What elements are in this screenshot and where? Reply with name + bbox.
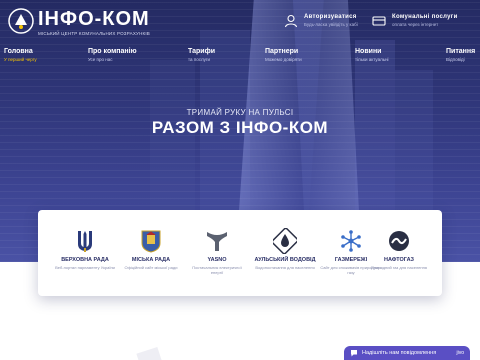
- water-drop-icon: [273, 228, 297, 254]
- login-link[interactable]: Авторизуватися Будь-ласка увійдіть у каб…: [284, 14, 358, 28]
- nav-sublabel: Можемо довіряти: [265, 57, 302, 62]
- gas-network-icon: [341, 230, 361, 252]
- nav-item-news[interactable]: Новини тільки актуальні: [355, 48, 389, 62]
- city-coat-icon: [141, 230, 161, 253]
- partner-description: Офіційний сайт міської ради: [124, 264, 178, 270]
- chat-bubble-icon: [351, 350, 357, 357]
- nav-item-partners[interactable]: Партнери Можемо довіряти: [265, 48, 302, 62]
- partner-name: YASNO: [207, 257, 227, 263]
- partner-description: Веб-портал парламенту України: [55, 264, 115, 270]
- partner-description: Природний газ для населення: [371, 264, 427, 270]
- hero-tagline: ТРИМАЙ РУКУ НА ПУЛЬСІ: [186, 108, 294, 117]
- partner-description: Постачальник електричної енергії: [192, 264, 242, 275]
- nav-sublabel: У перший чергу: [4, 57, 37, 62]
- partner-item-city-council[interactable]: МІСЬКА РАДА Офіційний сайт міської ради: [120, 228, 182, 270]
- nav-item-about[interactable]: Про компанію Усе про нас: [88, 48, 137, 62]
- nav-label: Головна: [4, 48, 33, 55]
- nav-item-faq[interactable]: Питання Відповіді: [446, 48, 475, 62]
- nav-item-tariffs[interactable]: Тарифи та послуги: [188, 48, 215, 62]
- brand-logo[interactable]: ІНФО-КОМ МІСЬКИЙ ЦЕНТР КОМУНАЛЬНИХ РОЗРА…: [8, 8, 150, 36]
- nav-item-home[interactable]: Головна У перший чергу: [4, 48, 37, 62]
- chat-label: Надішліть нам повідомлення: [362, 350, 437, 356]
- chat-brand: jivo: [456, 350, 464, 356]
- logo-icon: [8, 8, 34, 34]
- brand-title: ІНФО-КОМ: [38, 8, 150, 30]
- partner-name: АУЛЬСЬКИЙ ВОДОВІД: [254, 257, 316, 263]
- nav-sublabel: тільки актуальні: [355, 57, 389, 62]
- chat-widget-button[interactable]: Надішліть нам повідомлення jivo: [344, 346, 470, 360]
- partner-item-vodovid[interactable]: АУЛЬСЬКИЙ ВОДОВІД Водопостачання для нас…: [254, 228, 316, 270]
- nav-sublabel: та послуги: [188, 57, 210, 62]
- user-icon: [284, 14, 298, 28]
- nav-label: Про компанію: [88, 48, 137, 55]
- nav-label: Тарифи: [188, 48, 216, 55]
- utility-payments-title: Комунальні послуги: [392, 14, 458, 20]
- nav-label: Новини: [355, 48, 382, 55]
- hero-headline: РАЗОМ З ІНФО-КОМ: [151, 118, 329, 137]
- partner-item-verkhovna-rada[interactable]: ВЕРХОВНА РАДА Веб-портал парламенту Укра…: [54, 228, 116, 270]
- partner-name: ВЕРХОВНА РАДА: [61, 257, 109, 263]
- nav-label: Питання: [446, 48, 476, 55]
- utility-payments-link[interactable]: Комунальні послуги оплата через інтернет: [372, 14, 458, 28]
- partner-name: МІСЬКА РАДА: [131, 257, 171, 263]
- partner-item-yasno[interactable]: YASNO Постачальник електричної енергії: [186, 228, 248, 275]
- login-title: Авторизуватися: [304, 14, 357, 20]
- document-decoration: [136, 346, 162, 360]
- trident-icon: [78, 231, 92, 252]
- utility-payments-subtitle: оплата через інтернет: [392, 22, 439, 27]
- partner-description: Водопостачання для населення: [255, 264, 315, 270]
- nav-sublabel: Усе про нас: [88, 57, 113, 62]
- naftogaz-icon: [389, 231, 409, 251]
- nav-label: Партнери: [265, 48, 299, 55]
- nav-sublabel: Відповіді: [446, 57, 465, 62]
- card-icon: [372, 16, 386, 26]
- login-subtitle: Будь-ласка увійдіть у кабі: [304, 22, 358, 27]
- yasno-icon: [207, 232, 227, 251]
- partner-item-naftogaz[interactable]: НАФТОГАЗ Природний газ для населення: [368, 228, 430, 270]
- partners-card: ВЕРХОВНА РАДА Веб-портал парламенту Укра…: [38, 210, 442, 296]
- main-nav: Головна У перший чергу Про компанію Усе …: [0, 44, 480, 68]
- brand-subtitle: МІСЬКИЙ ЦЕНТР КОМУНАЛЬНИХ РОЗРАХУНКІВ: [38, 31, 150, 36]
- partner-name: НАФТОГАЗ: [384, 257, 414, 263]
